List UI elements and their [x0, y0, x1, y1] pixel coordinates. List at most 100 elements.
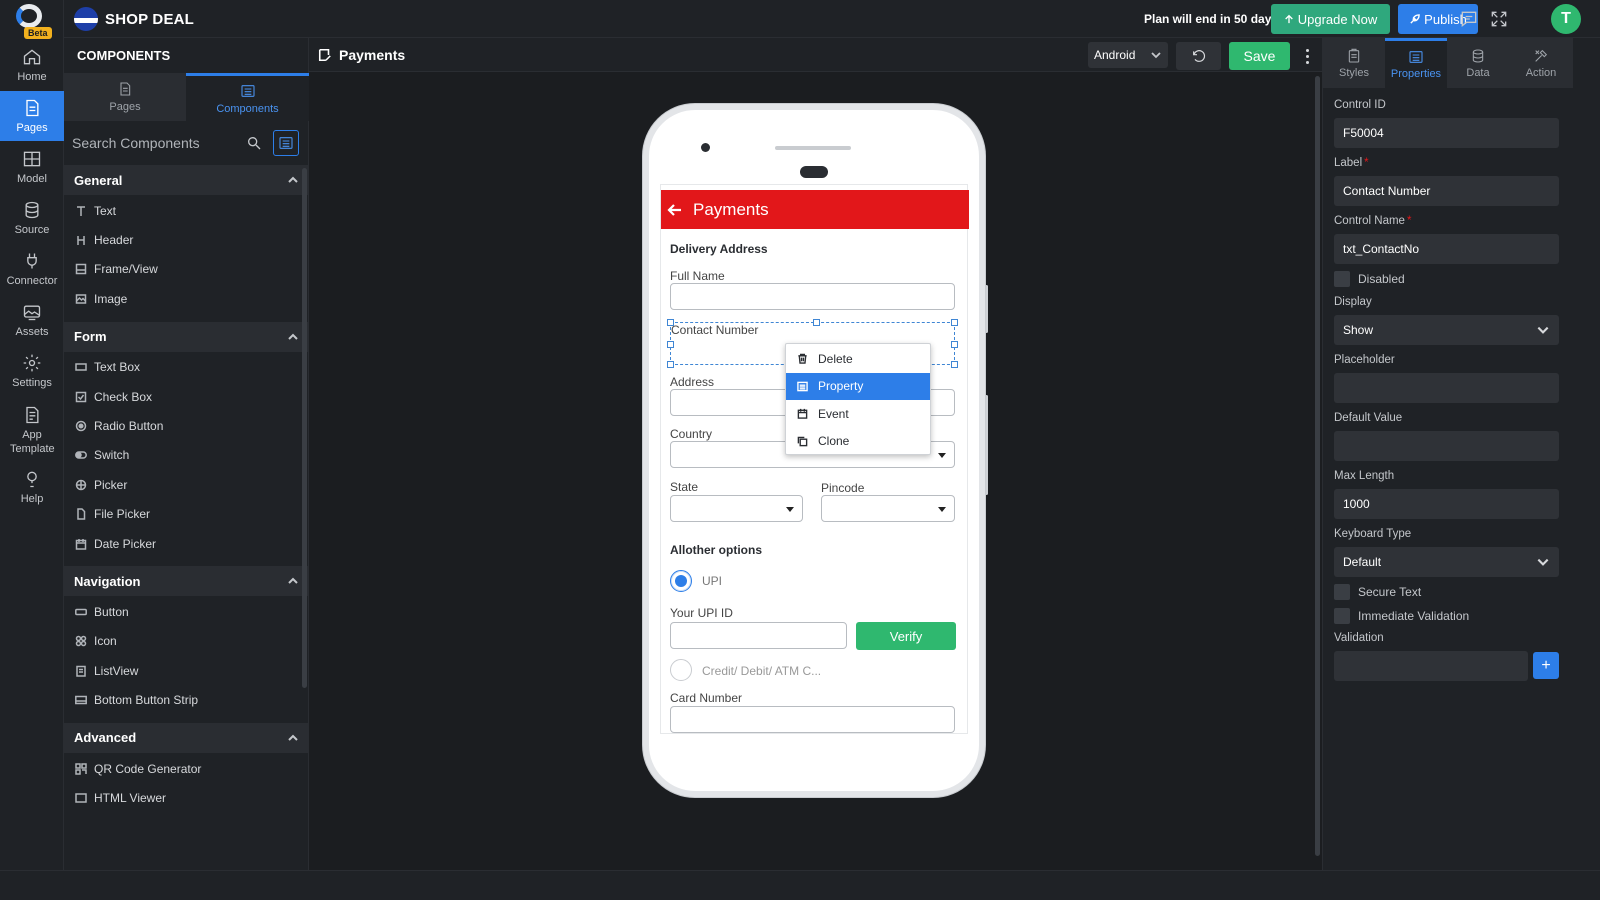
checkbox-box[interactable] — [1334, 271, 1350, 287]
component-file-picker[interactable]: File Picker — [64, 500, 309, 529]
delivery-section-title: Delivery Address — [670, 242, 768, 256]
component-label: Header — [94, 233, 134, 248]
secure-text-checkbox[interactable]: Secure Text — [1334, 584, 1421, 600]
section-navigation[interactable]: Navigation — [64, 566, 309, 597]
resize-handle[interactable] — [667, 361, 674, 368]
phone-sensor — [800, 166, 828, 178]
component-label: Icon — [94, 634, 117, 649]
verify-button[interactable]: Verify — [856, 622, 956, 650]
menu-delete[interactable]: Delete — [786, 345, 930, 373]
disabled-checkbox[interactable]: Disabled — [1334, 271, 1405, 287]
rail-item-source[interactable]: Source — [0, 193, 64, 243]
component-list[interactable]: General Text Header Frame/View Image For… — [64, 165, 309, 840]
components-scrollbar[interactable] — [302, 168, 307, 688]
resize-handle[interactable] — [667, 319, 674, 326]
section-form[interactable]: Form — [64, 321, 309, 352]
context-menu: Delete Property Event Clone — [785, 343, 931, 455]
rail-item-model[interactable]: Model — [0, 142, 64, 192]
card-radio[interactable] — [670, 659, 692, 681]
rail-item-connector[interactable]: Connector — [0, 244, 64, 294]
keyboard-type-select[interactable]: Default — [1334, 547, 1559, 577]
component-picker[interactable]: Picker — [64, 470, 309, 499]
feedback-icon[interactable] — [1459, 9, 1479, 29]
resize-handle[interactable] — [667, 341, 674, 348]
rail-item-help[interactable]: Help — [0, 462, 64, 512]
control-id-field[interactable]: F50004 — [1334, 118, 1559, 148]
upi-id-input[interactable] — [670, 622, 847, 649]
search-input[interactable] — [72, 128, 242, 158]
component-qr-code-generator[interactable]: QR Code Generator — [64, 754, 309, 783]
menu-property[interactable]: Property — [786, 372, 930, 400]
menu-clone[interactable]: Clone — [786, 428, 930, 456]
tab-styles[interactable]: Styles — [1323, 38, 1385, 88]
component-image[interactable]: Image — [64, 284, 309, 313]
upgrade-button[interactable]: Upgrade Now — [1271, 4, 1390, 34]
list-view-button[interactable] — [273, 130, 299, 156]
card-number-input[interactable] — [670, 706, 955, 733]
device-select[interactable]: Android — [1088, 42, 1168, 68]
fullscreen-icon[interactable] — [1489, 9, 1509, 29]
pincode-dropdown[interactable] — [821, 495, 955, 522]
resize-handle[interactable] — [813, 319, 820, 326]
tab-components[interactable]: Components — [186, 73, 309, 121]
component-button[interactable]: Button — [64, 597, 309, 626]
rail-item-pages[interactable]: Pages — [0, 91, 64, 141]
rail-item-assets[interactable]: Assets — [0, 295, 64, 345]
display-select[interactable]: Show — [1334, 315, 1559, 345]
rail-item-app-template[interactable]: App Template — [0, 400, 64, 460]
resize-handle[interactable] — [951, 341, 958, 348]
component-frame-view[interactable]: Frame/View — [64, 255, 309, 284]
component-radio-button[interactable]: Radio Button — [64, 411, 309, 440]
max-length-field[interactable]: 1000 — [1334, 489, 1559, 519]
component-check-box[interactable]: Check Box — [64, 382, 309, 411]
canvas-scrollbar[interactable] — [1315, 76, 1320, 856]
more-options-icon[interactable] — [1299, 46, 1315, 66]
section-advanced[interactable]: Advanced — [64, 722, 309, 753]
upi-radio[interactable] — [670, 570, 692, 592]
state-dropdown[interactable] — [670, 495, 803, 522]
user-avatar[interactable]: T — [1551, 4, 1581, 34]
component-date-picker[interactable]: Date Picker — [64, 529, 309, 558]
add-validation-button[interactable]: + — [1533, 652, 1559, 679]
component-bottom-button-strip[interactable]: Bottom Button Strip — [64, 685, 309, 714]
checkbox-box[interactable] — [1334, 584, 1350, 600]
section-general[interactable]: General — [64, 165, 309, 195]
undo-icon — [1192, 50, 1205, 62]
immediate-validation-checkbox[interactable]: Immediate Validation — [1334, 608, 1469, 624]
image-icon — [23, 305, 41, 320]
component-label: Image — [94, 291, 128, 306]
other-options-title: Allother options — [670, 543, 762, 557]
component-switch[interactable]: Switch — [64, 441, 309, 470]
rail-item-home[interactable]: Home — [0, 40, 64, 90]
rail-item-settings[interactable]: Settings — [0, 346, 64, 396]
component-listview[interactable]: ListView — [64, 656, 309, 685]
resize-handle[interactable] — [951, 361, 958, 368]
checkbox-box[interactable] — [1334, 608, 1350, 624]
product-logo[interactable]: Beta — [12, 4, 52, 40]
page-icon — [120, 82, 131, 96]
component-icon[interactable]: Icon — [64, 627, 309, 656]
tab-data[interactable]: Data — [1447, 38, 1509, 88]
placeholder-field[interactable] — [1334, 373, 1559, 403]
validation-field[interactable] — [1334, 651, 1528, 681]
component-html-viewer[interactable]: HTML Viewer — [64, 783, 309, 812]
component-text[interactable]: Text — [64, 196, 309, 225]
checkbox-label: Disabled — [1358, 272, 1405, 286]
tab-properties[interactable]: Properties — [1385, 38, 1447, 88]
component-text-box[interactable]: Text Box — [64, 353, 309, 382]
full-name-input[interactable] — [670, 283, 955, 310]
undo-button[interactable] — [1176, 42, 1221, 70]
save-button[interactable]: Save — [1229, 42, 1290, 70]
menu-event[interactable]: Event — [786, 400, 930, 428]
default-value-field[interactable] — [1334, 431, 1559, 461]
label-field[interactable]: Contact Number — [1334, 176, 1559, 206]
menu-label: Event — [818, 406, 849, 421]
control-name-field[interactable]: txt_ContactNo — [1334, 234, 1559, 264]
component-header[interactable]: Header — [64, 225, 309, 254]
search-icon[interactable] — [246, 135, 262, 151]
tab-pages[interactable]: Pages — [64, 73, 186, 121]
tab-action[interactable]: Action — [1509, 38, 1573, 88]
app-header[interactable]: Payments — [661, 190, 969, 229]
resize-handle[interactable] — [951, 319, 958, 326]
back-arrow-icon[interactable] — [667, 202, 683, 218]
